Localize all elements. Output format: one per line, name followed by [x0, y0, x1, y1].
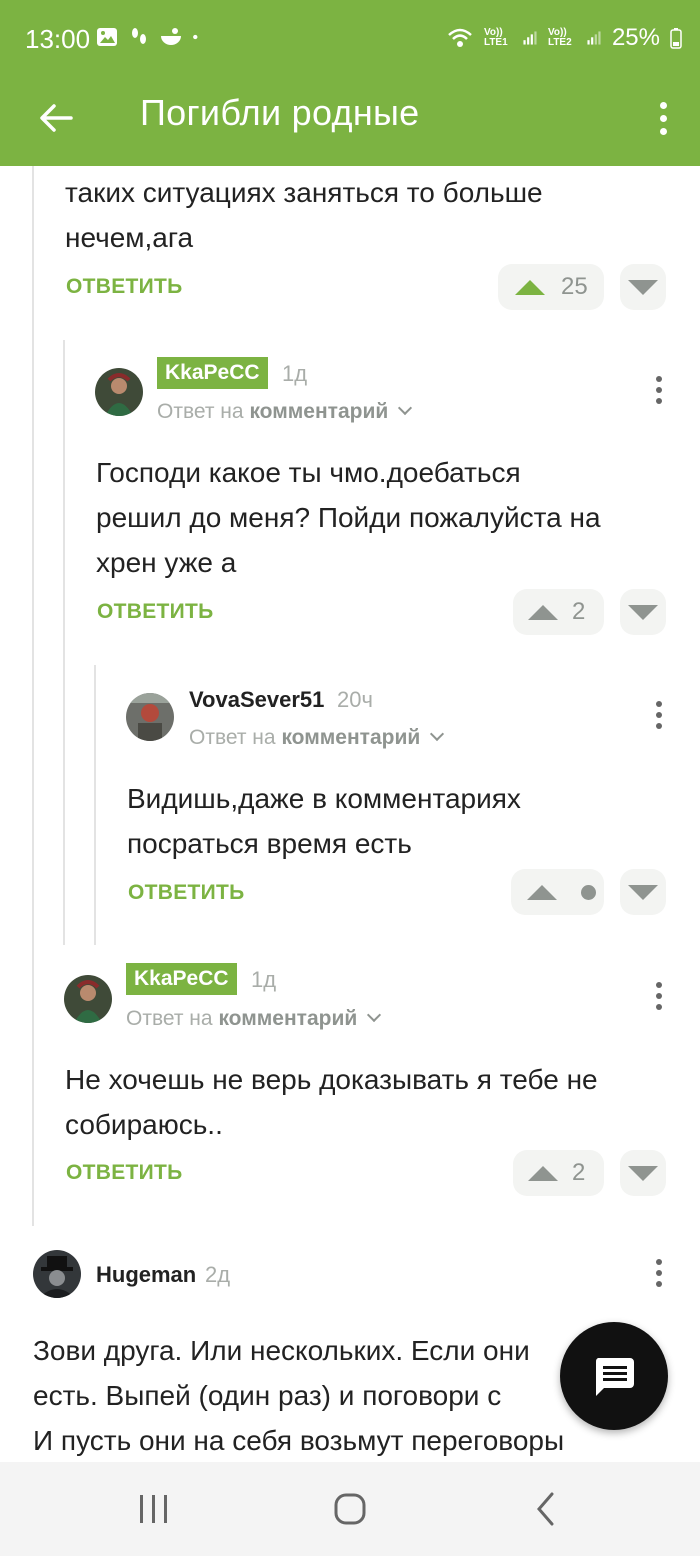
downvote-button[interactable] — [620, 869, 666, 915]
back-button[interactable] — [28, 90, 84, 146]
comment-text: Зови друга. Или нескольких. Если они ест… — [33, 1335, 565, 1456]
page-title: Погибли родные — [140, 92, 420, 133]
comment-menu-button[interactable] — [649, 697, 669, 733]
battery-icon — [670, 28, 682, 49]
signal-1-icon — [523, 31, 537, 45]
home-icon — [334, 1493, 366, 1525]
comment-menu-button[interactable] — [649, 1255, 669, 1291]
lte1-label: Vo)) LTE1 — [483, 27, 508, 48]
upvote-button[interactable] — [511, 869, 604, 915]
more-notifications-icon — [193, 34, 198, 40]
comment-score: 2 — [572, 598, 586, 625]
recent-apps-button[interactable] — [126, 1484, 182, 1534]
signal-2-icon — [587, 31, 601, 45]
comment-menu-button[interactable] — [649, 372, 669, 408]
app-bar: Погибли родные — [0, 80, 700, 166]
avatar[interactable] — [126, 693, 174, 741]
reply-button[interactable]: ОТВЕТИТЬ — [128, 881, 245, 905]
comment-age: 1д — [251, 967, 277, 992]
upvote-icon — [527, 884, 557, 900]
downvote-icon — [628, 1165, 658, 1181]
comment-text: Не хочешь не верь доказывать я тебе не с… — [65, 1064, 598, 1140]
footsteps-icon — [132, 28, 146, 44]
reply-to-link[interactable]: Ответ на комментарий — [126, 1007, 382, 1031]
author-badge[interactable]: KkaPeCC — [126, 963, 237, 995]
downvote-button[interactable] — [620, 264, 666, 310]
reply-button[interactable]: ОТВЕТИТЬ — [66, 275, 183, 299]
system-nav-bar — [0, 1462, 700, 1556]
upvote-button[interactable]: 2 — [513, 589, 604, 635]
overflow-menu-button[interactable] — [648, 90, 678, 146]
thread-line — [32, 166, 34, 1226]
reply-button[interactable]: ОТВЕТИТЬ — [97, 600, 214, 624]
comment-age: 20ч — [337, 687, 373, 712]
downvote-icon — [628, 884, 658, 900]
reply-button[interactable]: ОТВЕТИТЬ — [66, 1161, 183, 1185]
write-comment-button[interactable] — [560, 1322, 668, 1430]
comment-age: 2д — [205, 1262, 231, 1287]
chevron-down-icon — [398, 400, 413, 416]
status-time: 13:00 — [25, 24, 91, 54]
thread-line — [63, 340, 65, 945]
downvote-icon — [628, 604, 658, 620]
thread-line — [94, 665, 96, 945]
arrow-left-icon — [40, 104, 73, 132]
status-system-icons: Vo)) LTE1 Vo)) LTE2 25% — [446, 24, 682, 52]
author-name[interactable]: VovaSever51 — [189, 687, 324, 713]
gallery-icon — [97, 28, 117, 46]
comment-menu-button[interactable] — [649, 978, 669, 1014]
reply-to-link[interactable]: Ответ на комментарий — [157, 400, 413, 424]
upvote-icon — [528, 604, 558, 620]
avatar[interactable] — [33, 1250, 81, 1298]
comment-text: Видишь,даже в комментариях посраться вре… — [127, 783, 521, 859]
upvote-icon — [528, 1165, 558, 1181]
reply-to-link[interactable]: Ответ на комментарий — [189, 726, 445, 750]
author-badge[interactable]: KkaPeCC — [157, 357, 268, 389]
comment-icon — [595, 1358, 634, 1396]
comment-text: таких ситуациях заняться то больше нечем… — [65, 177, 543, 253]
comment-age: 1д — [282, 361, 308, 386]
status-bar: 13:00 Vo)) LTE1 Vo)) LTE2 25% — [0, 0, 700, 80]
recent-apps-icon — [140, 1495, 167, 1523]
back-nav-button[interactable] — [518, 1484, 574, 1534]
downvote-icon — [628, 279, 658, 295]
wifi-icon — [448, 28, 472, 47]
chevron-down-icon — [430, 726, 445, 742]
downvote-button[interactable] — [620, 1150, 666, 1196]
home-button[interactable] — [322, 1484, 378, 1534]
comment-score: 2 — [572, 1159, 586, 1186]
avatar[interactable] — [64, 975, 112, 1023]
downvote-button[interactable] — [620, 589, 666, 635]
comment-text: Господи какое ты чмо.доебаться решил до … — [96, 457, 601, 578]
hidden-score-dot — [581, 884, 596, 900]
comment-score: 25 — [561, 273, 588, 300]
upvote-button[interactable]: 2 — [513, 1150, 604, 1196]
back-nav-icon — [537, 1492, 554, 1526]
bowl-icon — [161, 28, 181, 45]
upvote-button[interactable]: 25 — [498, 264, 604, 310]
top-bar: 13:00 Vo)) LTE1 Vo)) LTE2 25% Погибли ро… — [0, 0, 700, 166]
lte2-label: Vo)) LTE2 — [547, 27, 572, 48]
status-notification-icons — [96, 26, 204, 48]
avatar[interactable] — [95, 368, 143, 416]
upvote-icon — [515, 279, 545, 295]
chevron-down-icon — [367, 1007, 382, 1023]
battery-level: 25% — [611, 24, 660, 51]
author-name[interactable]: Hugeman — [96, 1262, 196, 1288]
